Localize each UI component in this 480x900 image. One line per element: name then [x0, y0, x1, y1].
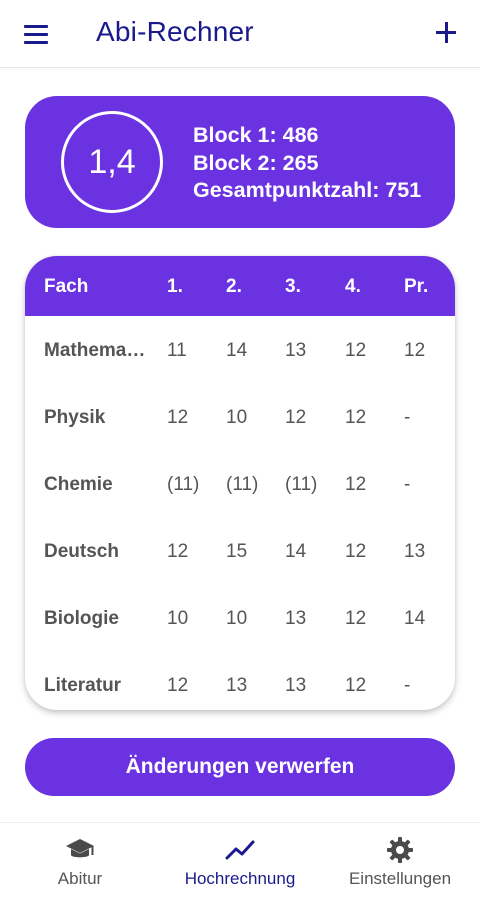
header-subject: Fach [44, 276, 89, 297]
grade-cell[interactable]: 13 [285, 675, 306, 697]
grade-cell[interactable]: 10 [167, 608, 188, 630]
table-header: Fach 1. 2. 3. 4. Pr. [25, 256, 455, 316]
grade-cell[interactable]: (11) [167, 474, 199, 496]
discard-changes-button[interactable]: Änderungen verwerfen [25, 738, 455, 796]
grade-cell[interactable]: 12 [167, 407, 188, 429]
subject-name: Chemie [44, 474, 113, 495]
table-row[interactable]: Deutsch 12 15 14 12 13 [25, 517, 455, 584]
header-semester-2: 2. [226, 276, 242, 297]
grade-cell[interactable]: 13 [285, 340, 306, 362]
nav-item-einstellungen[interactable]: Einstellungen [320, 823, 480, 900]
grade-cell[interactable]: 12 [167, 675, 188, 697]
subject-name: Physik [44, 407, 106, 428]
grade-cell[interactable]: 10 [226, 407, 247, 429]
grade-cell[interactable]: 12 [345, 608, 366, 630]
subject-name: Deutsch [44, 541, 119, 562]
grade-cell[interactable]: 12 [167, 541, 188, 563]
exam-grade-cell[interactable]: - [404, 407, 410, 429]
block1-score: Block 1: 486 [193, 123, 319, 147]
grades-table: Fach 1. 2. 3. 4. Pr. Mathema… 11 14 13 1… [25, 256, 455, 710]
header-exam: Pr. [404, 276, 429, 297]
total-score: Gesamtpunktzahl: 751 [193, 178, 422, 202]
grade-cell[interactable]: 13 [285, 608, 306, 630]
exam-grade-cell[interactable]: 13 [404, 541, 425, 563]
app-title: Abi-Rechner [96, 16, 254, 47]
app-bar: Abi-Rechner [0, 0, 480, 68]
grade-cell[interactable]: 12 [345, 407, 366, 429]
grade-cell[interactable]: 11 [167, 340, 187, 362]
header-semester-1: 1. [167, 276, 183, 297]
grade-cell[interactable]: 12 [345, 541, 366, 563]
summary-card: 1,4 Block 1: 486 Block 2: 265 Gesamtpunk… [25, 96, 455, 228]
grade-cell[interactable]: 14 [226, 340, 247, 362]
block2-score: Block 2: 265 [193, 150, 319, 175]
grade-cell[interactable]: 13 [226, 675, 247, 697]
grade-cell[interactable]: 12 [345, 474, 366, 496]
grade-cell[interactable]: 12 [345, 340, 366, 362]
graduation-cap-icon [64, 835, 96, 865]
table-row[interactable]: Chemie (11) (11) (11) 12 - [25, 450, 455, 517]
exam-grade-cell[interactable]: 14 [404, 608, 425, 630]
menu-icon[interactable] [14, 14, 58, 54]
exam-grade-cell[interactable]: - [404, 474, 410, 496]
trending-icon [224, 835, 256, 865]
grade-circle: 1,4 [61, 111, 163, 213]
subject-name: Biologie [44, 608, 119, 629]
nav-label: Einstellungen [348, 869, 452, 888]
grade-cell[interactable]: 14 [285, 541, 306, 563]
bottom-navigation: Abitur Hochrechnung Einstellungen [0, 822, 480, 900]
grade-cell[interactable]: (11) [285, 474, 317, 496]
exam-grade-cell[interactable]: - [404, 675, 410, 697]
nav-item-abitur[interactable]: Abitur [0, 823, 160, 900]
table-row[interactable]: Literatur 12 13 13 12 - [25, 651, 455, 710]
add-icon[interactable] [428, 14, 464, 52]
table-row[interactable]: Mathema… 11 14 13 12 12 [25, 316, 455, 383]
header-semester-3: 3. [285, 276, 301, 297]
subject-name: Literatur [44, 675, 122, 696]
header-semester-4: 4. [345, 276, 361, 297]
table-row[interactable]: Physik 12 10 12 12 - [25, 383, 455, 450]
grade-cell[interactable]: 12 [345, 675, 366, 697]
score-summary: Block 1: 486 Block 2: 265 Gesamtpunktzah… [193, 122, 421, 205]
grade-cell[interactable]: 15 [226, 541, 247, 563]
grade-cell[interactable]: (11) [226, 474, 258, 496]
grade-cell[interactable]: 10 [226, 608, 247, 630]
nav-label: Abitur [57, 869, 103, 888]
exam-grade-cell[interactable]: 12 [404, 340, 425, 362]
gear-icon [384, 835, 416, 865]
subject-name: Mathema… [44, 340, 146, 361]
nav-item-hochrechnung[interactable]: Hochrechnung [160, 823, 320, 900]
table-row[interactable]: Biologie 10 10 13 12 14 [25, 584, 455, 651]
grade-cell[interactable]: 12 [285, 407, 306, 429]
nav-label: Hochrechnung [184, 869, 296, 888]
